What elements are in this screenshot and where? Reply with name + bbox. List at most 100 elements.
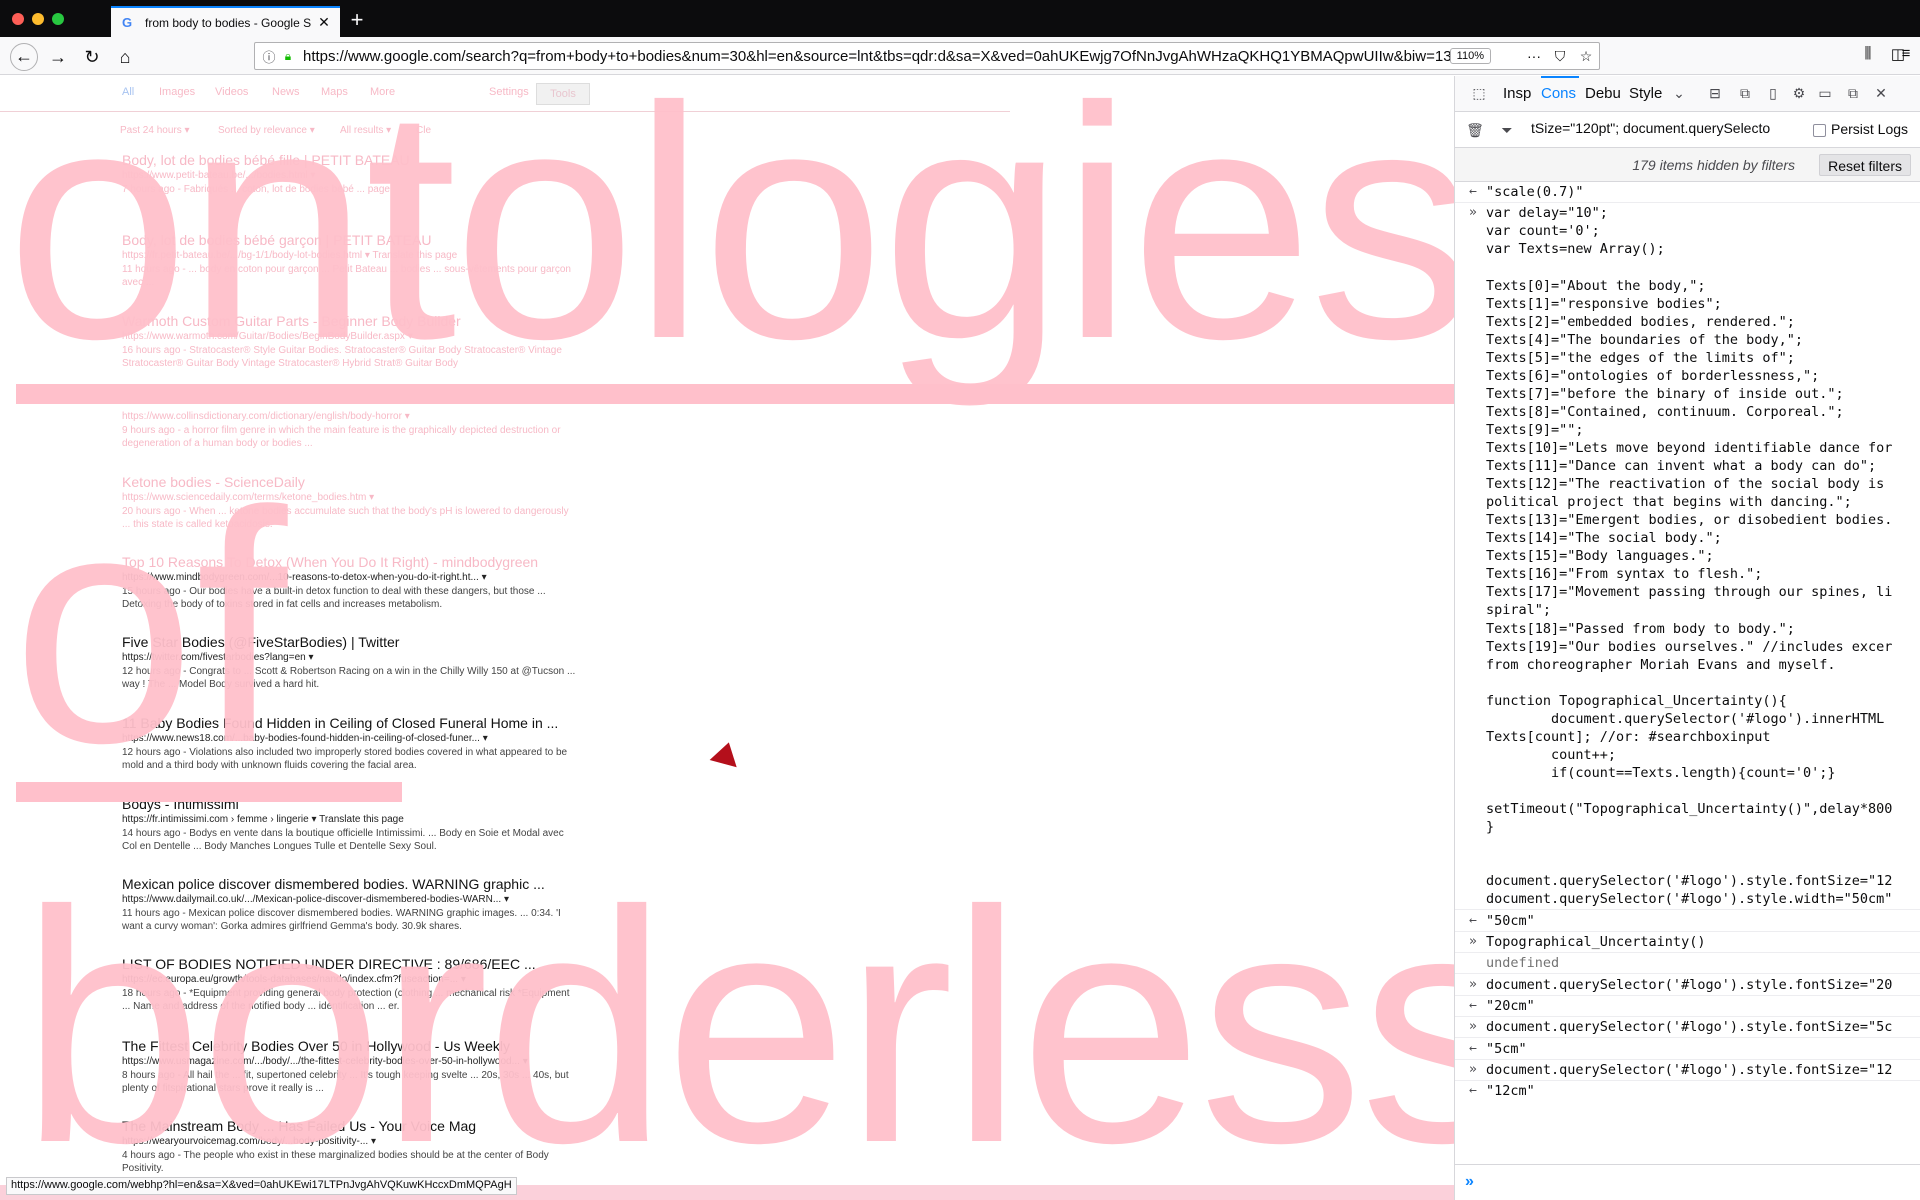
console-result-line: ← "50cm" [1455, 913, 1920, 931]
result-url: https://fr.intimissimi.com › femme › lin… [122, 814, 404, 825]
console-result-line: ← "20cm" [1455, 998, 1920, 1016]
filter-icon[interactable]: ⏷ [1497, 122, 1517, 140]
trash-icon[interactable]: 🗑︎ [1465, 122, 1485, 140]
chevron-down-icon[interactable]: ⌄ [1669, 85, 1689, 103]
close-tab-icon[interactable]: ✕ [316, 14, 332, 31]
result-title[interactable]: 11 Baby Bodies Found Hidden in Ceiling o… [122, 715, 577, 732]
reset-filters-button[interactable]: Reset filters [1819, 154, 1911, 176]
back-button[interactable]: ← [10, 43, 38, 71]
result-url: https://www.sciencedaily.com/terms/keton… [122, 492, 375, 503]
console-code-line: Texts[12]="The reactivation of the socia… [1455, 476, 1920, 494]
console-filter-input[interactable]: tSize="120pt"; document.querySelecto [1531, 120, 1801, 136]
console-code-line: if(count==Texts.length){count='0';} [1455, 765, 1920, 783]
output-arrow-icon: ← [1469, 184, 1477, 199]
console-line-text: spiral"; [1486, 602, 1552, 618]
console-input[interactable]: » [1455, 1164, 1920, 1200]
frames-icon[interactable]: ⧉ [1735, 85, 1755, 103]
console-line-text: from choreographer Moriah Evans and myse… [1486, 657, 1836, 673]
tab-debugger[interactable]: Debu [1585, 76, 1623, 112]
console-separator [1455, 995, 1920, 996]
console-result-line: ← "scale(0.7)" [1455, 184, 1920, 202]
info-icon[interactable]: ⓘ [259, 47, 279, 66]
console-output[interactable]: ← "scale(0.7)" » var delay="10"; var count='… [1455, 182, 1920, 1164]
console-code-line: setTimeout("Topographical_Uncertainty()"… [1455, 801, 1920, 819]
filter-results[interactable]: All results ▾ [340, 125, 391, 136]
console-line-text: Texts[8]="Contained, continuum. Corporea… [1486, 404, 1844, 420]
dock-bottom-icon[interactable]: ▭ [1815, 85, 1835, 103]
minimize-window-button[interactable] [32, 13, 44, 25]
forward-button[interactable]: → [44, 43, 72, 71]
gear-icon[interactable]: ⚙ [1789, 85, 1809, 103]
google-favicon-icon: G [121, 14, 133, 30]
settings-link[interactable]: Settings [489, 86, 529, 98]
tab-maps[interactable]: Maps [321, 86, 348, 98]
result-title[interactable]: Bodys - Intimissimi [122, 796, 577, 813]
tab-more[interactable]: More [370, 86, 395, 98]
devtools-toolbar: ⬚ Insp Cons Debu Style ⌄ ⊟ ⧉ ▯ ⚙ ▭ ⧉ ✕ [1455, 76, 1920, 112]
result-title[interactable]: Mexican police discover dismembered bodi… [122, 876, 577, 893]
page-actions-icon[interactable]: ··· [1521, 48, 1547, 64]
console-code-line: var Texts=new Array(); [1455, 241, 1920, 259]
new-tab-button[interactable]: + [342, 6, 372, 36]
result-snippet: 15 hours ago - Our bodies have a built-i… [122, 586, 546, 610]
console-code-line [1455, 260, 1920, 278]
url-text[interactable]: https://www.google.com/search?q=from+bod… [297, 48, 1450, 65]
maximize-window-button[interactable] [52, 13, 64, 25]
filter-time[interactable]: Past 24 hours ▾ [120, 125, 190, 136]
element-picker-icon[interactable]: ⬚ [1469, 85, 1489, 103]
dock-layout-icon[interactable]: ⊟ [1705, 85, 1725, 103]
result-title[interactable]: The Fittest Celebrity Bodies Over 50 in … [122, 1038, 577, 1055]
library-icon[interactable]: ⫼ [1856, 45, 1880, 67]
result-url: https://www.dailymail.co.uk/.../Mexican-… [122, 894, 509, 905]
output-arrow-icon: ← [1469, 1041, 1477, 1056]
url-bar[interactable]: ⓘ 🔒︎ https://www.google.com/search?q=fro… [254, 42, 1600, 70]
search-result: Ketone bodies - ScienceDaily https://www… [122, 474, 577, 531]
responsive-icon[interactable]: ▯ [1763, 85, 1783, 103]
tab-google-search[interactable]: G from body to bodies - Google S ✕ [111, 6, 340, 37]
console-line-text: Texts[7]="before the binary of inside ou… [1486, 386, 1844, 402]
console-line-text: var count='0'; [1486, 223, 1600, 239]
console-line-text: "scale(0.7)" [1486, 184, 1584, 200]
filter-sort[interactable]: Sorted by relevance ▾ [218, 125, 315, 136]
console-line-text: "12cm" [1486, 1083, 1535, 1099]
filter-clear[interactable]: Cle [416, 125, 431, 136]
close-window-button[interactable] [12, 13, 24, 25]
result-url: https://wearyourvoicemag.com/body/...bod… [122, 1136, 377, 1147]
pocket-icon[interactable]: ⛉ [1547, 48, 1573, 65]
console-separator [1455, 1016, 1920, 1017]
result-snippet: 16 hours ago - Stratocaster® Style Guita… [122, 345, 562, 369]
tools-button[interactable]: Tools [536, 83, 590, 105]
result-title[interactable]: Ketone bodies - ScienceDaily [122, 474, 577, 491]
tab-style-editor[interactable]: Style [1629, 76, 1667, 112]
tab-videos[interactable]: Videos [215, 86, 248, 98]
undock-icon[interactable]: ⧉ [1843, 85, 1863, 103]
result-title[interactable]: Body, lot de bodies bébé fille | PETIT B… [122, 152, 577, 169]
result-title[interactable]: Five Star Bodies (@FiveStarBodies) | Twi… [122, 634, 577, 651]
persist-logs-checkbox[interactable] [1813, 124, 1826, 137]
tab-console[interactable]: Cons [1541, 76, 1579, 112]
console-line-text: document.querySelector('#logo').innerHTM… [1486, 711, 1885, 727]
console-line-text: var Texts=new Array(); [1486, 241, 1665, 257]
zoom-level-button[interactable]: 110% [1449, 48, 1491, 64]
reload-button[interactable]: ↻ [78, 43, 106, 71]
console-separator [1455, 1059, 1920, 1060]
bookmark-star-icon[interactable]: ☆ [1573, 48, 1599, 65]
search-result: Top 10 Reasons To Detox (When You Do It … [122, 554, 577, 611]
console-code-line: Texts[6]="ontologies of borderlessness,"… [1455, 368, 1920, 386]
result-title[interactable]: Top 10 Reasons To Detox (When You Do It … [122, 554, 577, 571]
tab-inspector[interactable]: Insp [1503, 76, 1537, 112]
search-result: Warmoth Custom Guitar Parts - Beginner B… [122, 313, 577, 370]
console-line-text: Texts[17]="Movement passing through our … [1486, 584, 1893, 600]
tab-news[interactable]: News [272, 86, 300, 98]
result-title[interactable]: Body, lot de bodies bébé garçon | PETIT … [122, 232, 577, 249]
result-title[interactable]: The Mainstream Body ... Has Failed Us - … [122, 1118, 577, 1135]
home-button[interactable]: ⌂ [111, 43, 139, 71]
tab-all[interactable]: All [122, 86, 134, 98]
result-title[interactable]: Warmoth Custom Guitar Parts - Beginner B… [122, 313, 577, 330]
hamburger-menu-icon[interactable]: ≡ [1894, 45, 1918, 67]
search-result: Body, lot de bodies bébé garçon | PETIT … [122, 232, 577, 289]
console-separator [1455, 931, 1920, 932]
tab-images[interactable]: Images [159, 86, 195, 98]
result-title[interactable]: LIST OF BODIES NOTIFIED UNDER DIRECTIVE … [122, 956, 577, 973]
close-icon[interactable]: ✕ [1871, 85, 1891, 103]
